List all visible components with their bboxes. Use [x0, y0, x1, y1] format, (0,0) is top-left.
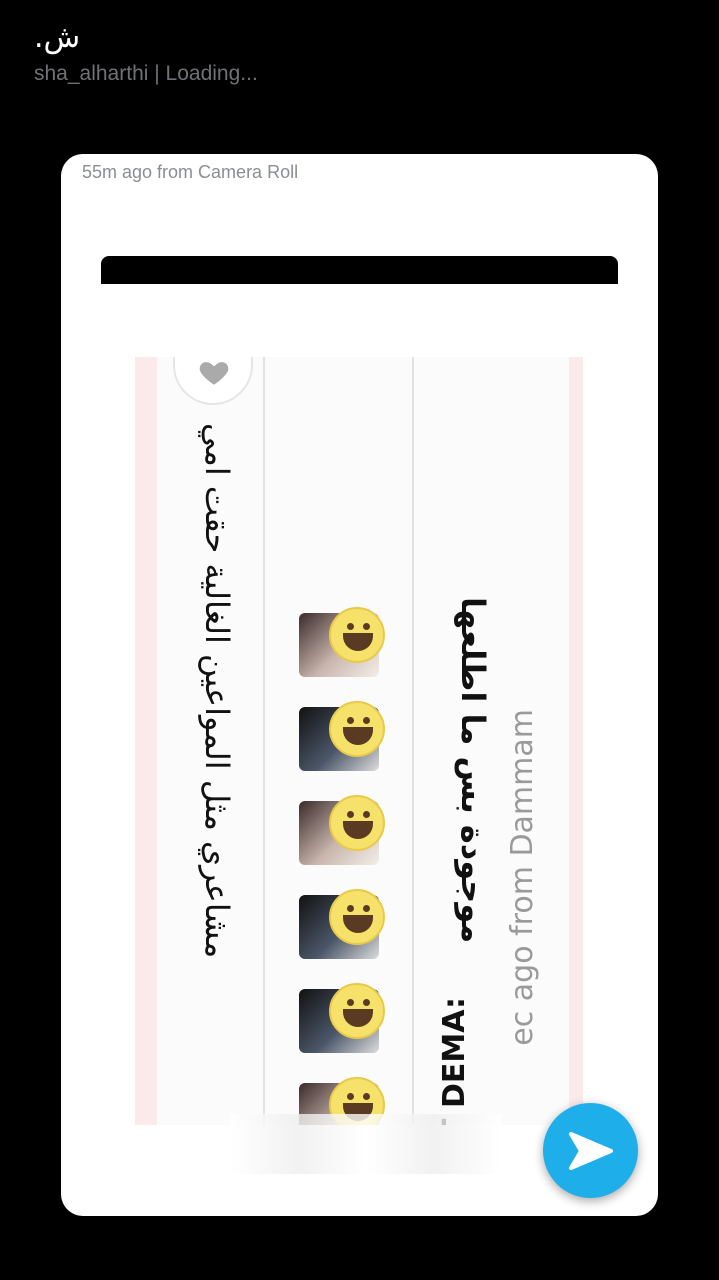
comment-author: T DEMA: — [437, 997, 472, 1125]
avatar — [295, 607, 385, 681]
shared-screenshot-image: مشاعري مثل المواعين الغالية حقت امي موجو… — [135, 357, 583, 1125]
header: ش. sha_alharthi | Loading... — [34, 20, 674, 86]
heart-icon — [173, 357, 253, 405]
story-card[interactable]: 55m ago from Camera Roll مشاعري مثل المو… — [61, 154, 658, 1216]
avatar — [295, 701, 385, 775]
username-status: sha_alharthi | Loading... — [34, 62, 258, 85]
avatar — [295, 889, 385, 963]
image-divider — [263, 357, 265, 1125]
comment-meta: ec ago from Dammam — [505, 709, 540, 1046]
blurred-region — [231, 1114, 501, 1174]
avatar-list — [295, 607, 395, 1125]
black-bar — [101, 256, 618, 284]
send-arrow-icon — [568, 1131, 613, 1170]
image-edge-right — [569, 357, 583, 1125]
image-divider — [412, 357, 414, 1125]
avatar — [295, 795, 385, 869]
display-name: ش. — [34, 20, 81, 55]
send-button[interactable] — [543, 1103, 638, 1198]
avatar — [295, 983, 385, 1057]
card-caption: 55m ago from Camera Roll — [82, 162, 299, 182]
comment-text: موجودة بس ما اطلعها — [454, 597, 492, 944]
image-edge-left — [135, 357, 157, 1125]
poem-text: مشاعري مثل المواعين الغالية حقت امي — [198, 423, 236, 959]
